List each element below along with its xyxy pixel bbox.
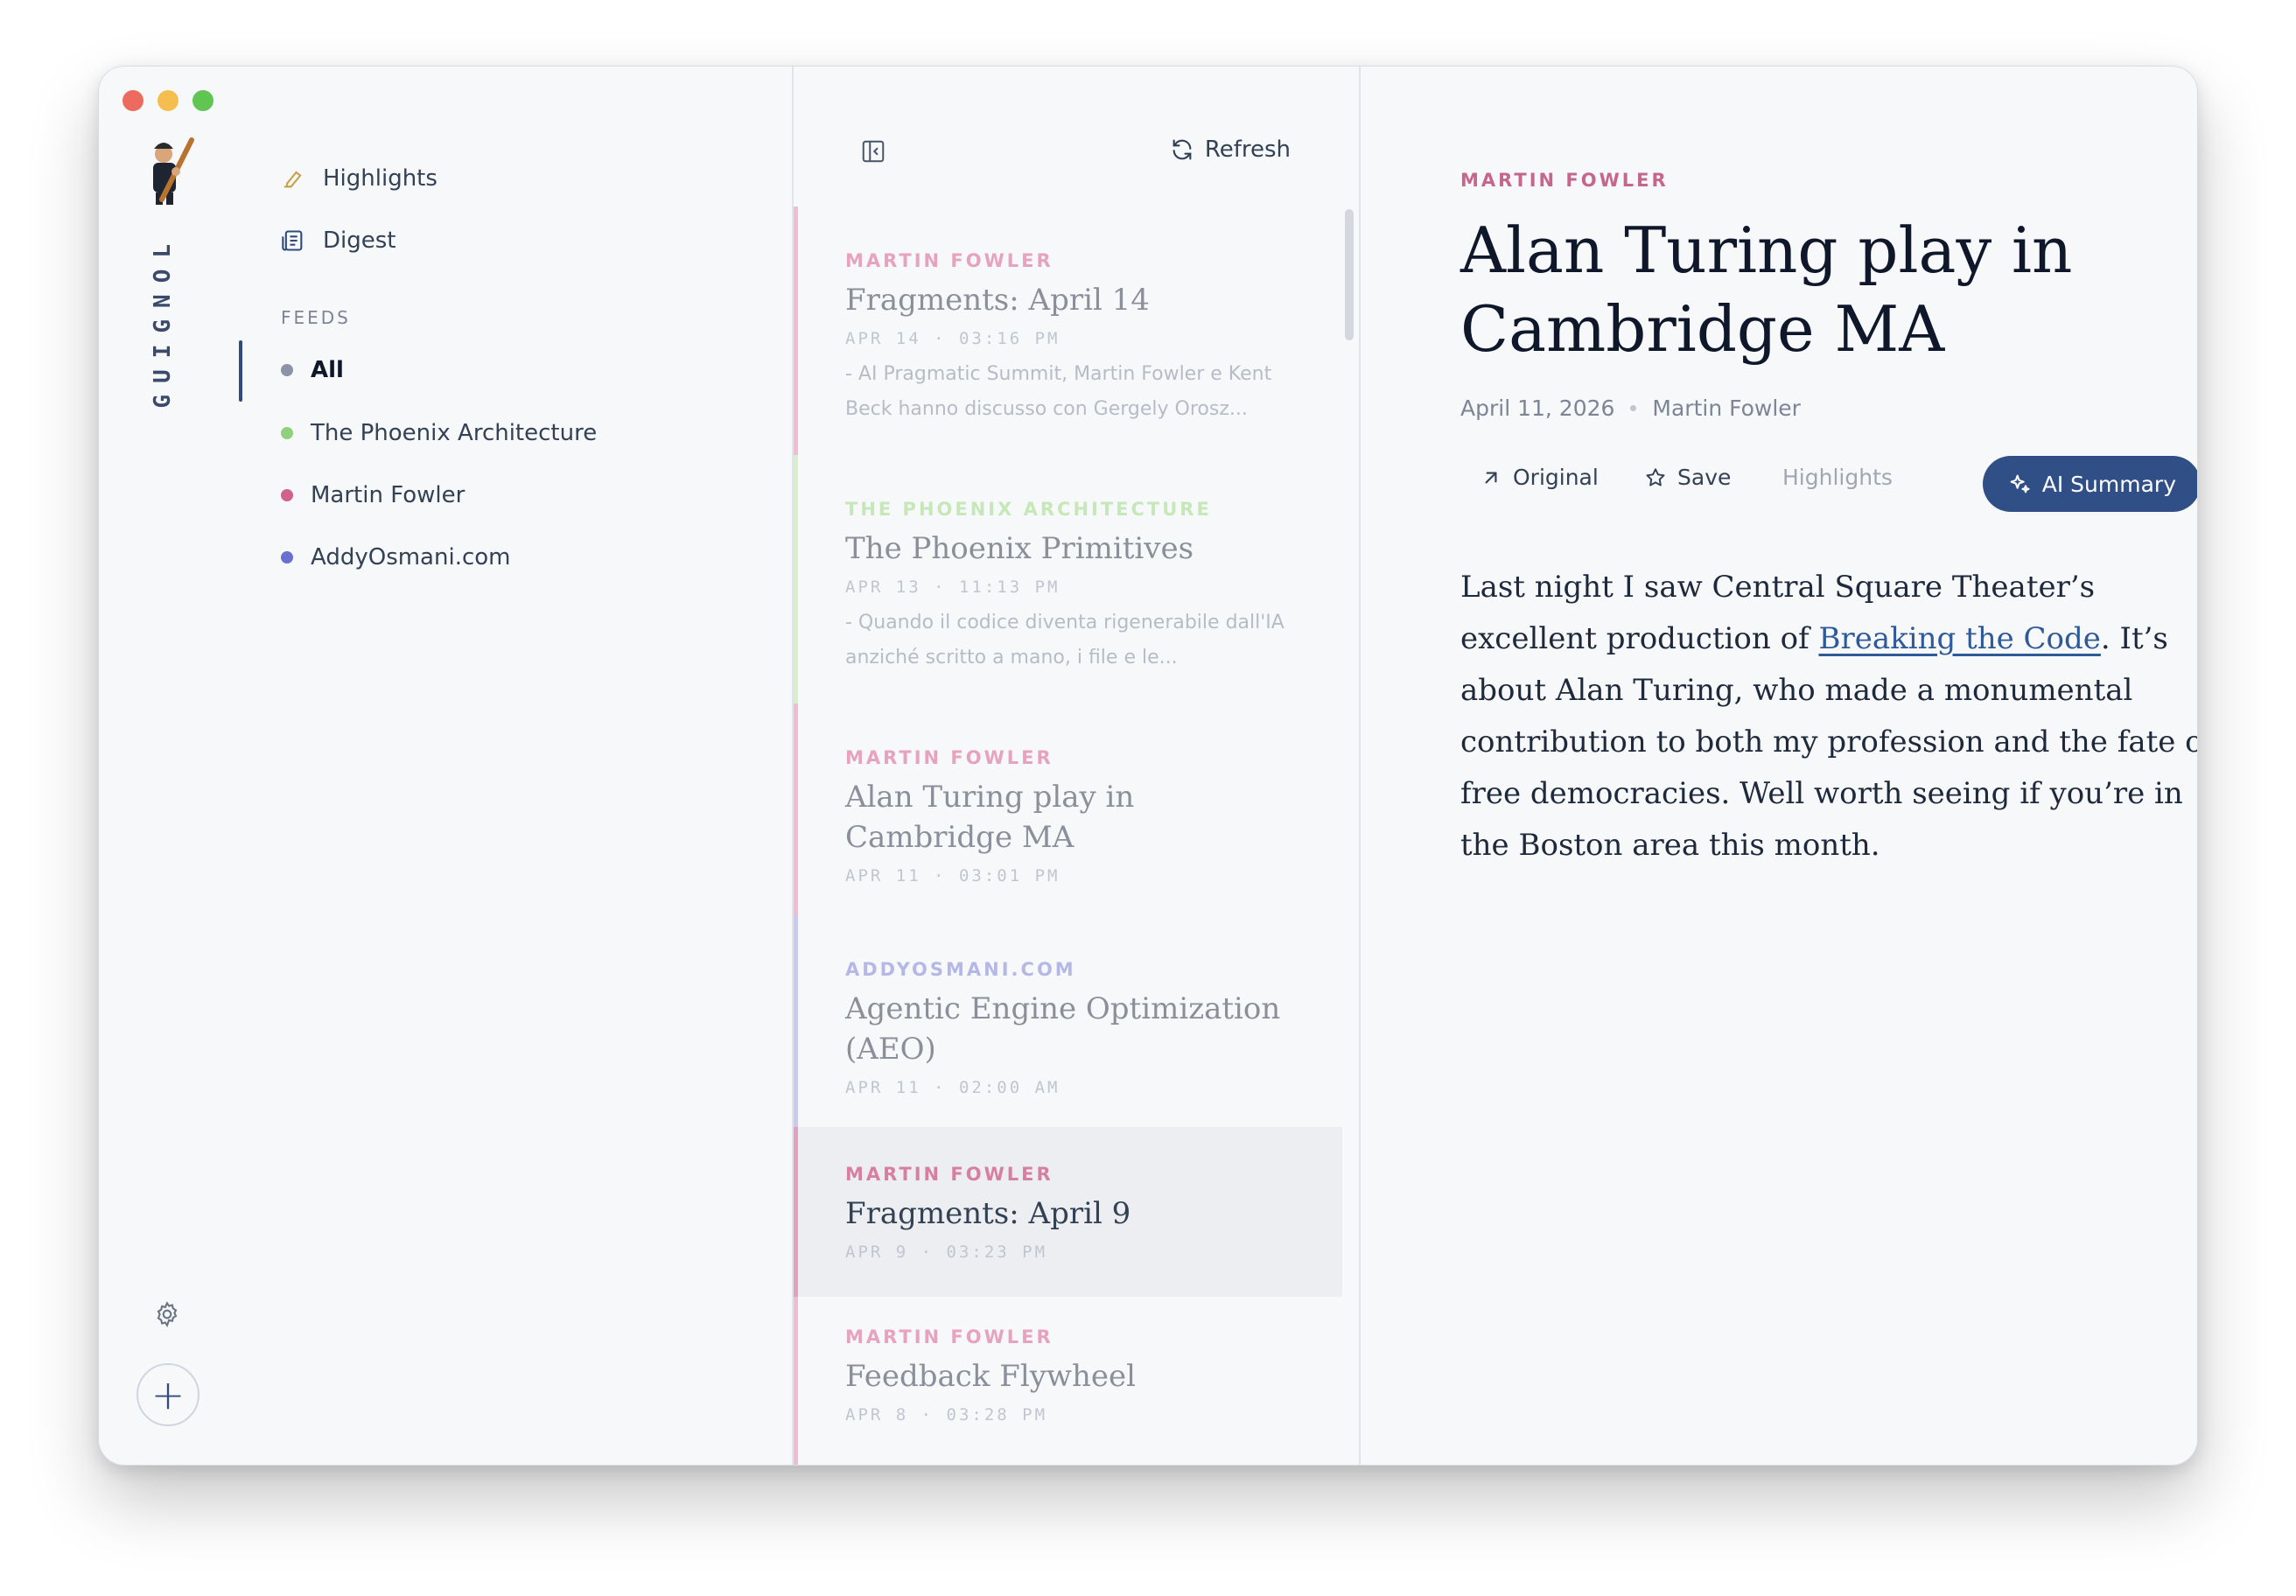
item-title: Feedback Flywheel	[845, 1359, 1137, 1394]
save-button[interactable]: Save	[1644, 465, 1731, 490]
original-label: Original	[1513, 465, 1599, 490]
feed-item-all[interactable]: All	[281, 357, 344, 383]
list-toolbar: Refresh	[794, 66, 1359, 206]
feed-item-label: All	[311, 357, 344, 383]
article-source: MARTIN FOWLER	[1460, 170, 1669, 191]
list-scrollbar[interactable]	[1345, 209, 1354, 340]
plus-icon: +	[150, 1371, 186, 1418]
refresh-label: Refresh	[1204, 136, 1291, 163]
feeds-sidebar: Highlights Digest FEEDS All The Phoenix …	[239, 66, 792, 1465]
item-excerpt: - AI Pragmatic Summit, Martin Fowler e K…	[845, 363, 1272, 420]
feed-item-label: Martin Fowler	[311, 482, 466, 508]
refresh-button[interactable]: Refresh	[1170, 136, 1291, 163]
list-item[interactable]: MARTIN FOWLER Fragments: April 14 APR 14…	[794, 206, 1342, 455]
item-source: MARTIN FOWLER	[845, 1164, 1054, 1185]
item-timestamp: APR 9 · 03:23 PM	[845, 1242, 1048, 1262]
feed-color-dot	[281, 364, 293, 376]
save-label: Save	[1677, 465, 1732, 490]
highlights-button[interactable]: Highlights	[1782, 465, 1893, 490]
nav-highlights[interactable]: Highlights	[281, 165, 438, 192]
item-timestamp: APR 11 · 02:00 AM	[845, 1078, 1060, 1097]
item-source: MARTIN FOWLER	[845, 1326, 1054, 1348]
nav-digest-label: Digest	[323, 228, 396, 254]
item-source: MARTIN FOWLER	[845, 250, 1054, 271]
add-feed-button[interactable]: +	[136, 1363, 200, 1426]
app-brand: GUIGNOL	[150, 233, 176, 409]
feed-color-dot	[281, 489, 293, 501]
feed-item-addyosmani[interactable]: AddyOsmani.com	[281, 544, 511, 570]
feed-item-phoenix-architecture[interactable]: The Phoenix Architecture	[281, 420, 597, 446]
ai-summary-button[interactable]: AI Summary	[1982, 456, 2197, 512]
article-actions: Original Save Highlights AI Summary	[1460, 456, 2197, 512]
article-reader: MARTIN FOWLER Alan Turing play in Cambri…	[1362, 66, 2197, 1465]
refresh-icon	[1172, 139, 1192, 160]
meta-separator	[1630, 405, 1637, 411]
article-date: April 11, 2026	[1460, 396, 1615, 421]
feed-item-label: AddyOsmani.com	[311, 544, 511, 570]
item-timestamp: APR 11 · 03:01 PM	[845, 866, 1060, 886]
item-source: THE PHOENIX ARCHITECTURE	[845, 499, 1212, 520]
active-feed-indicator	[239, 340, 242, 402]
open-original-button[interactable]: Original	[1480, 465, 1599, 490]
settings-gear-icon[interactable]	[153, 1300, 181, 1328]
list-item[interactable]: MARTIN FOWLER Alan Turing play in Cambri…	[794, 704, 1342, 915]
star-icon	[1646, 467, 1665, 486]
item-title: The Phoenix Primitives	[845, 531, 1194, 566]
highlights-label: Highlights	[1782, 465, 1893, 490]
feed-item-label: The Phoenix Architecture	[311, 420, 598, 446]
list-item[interactable]: THE PHOENIX ARCHITECTURE The Phoenix Pri…	[794, 455, 1342, 704]
list-item-selected[interactable]: MARTIN FOWLER Fragments: April 9 APR 9 ·…	[794, 1127, 1342, 1297]
ai-summary-label: AI Summary	[2041, 471, 2176, 497]
highlighter-icon	[284, 171, 302, 188]
list-item[interactable]: ADDYOSMANI.COM Agentic Engine Optimizati…	[794, 915, 1342, 1127]
item-title: Alan Turing play in Cambridge MA	[845, 780, 1135, 855]
item-title: Fragments: April 9	[845, 1196, 1131, 1231]
feed-color-dot	[281, 551, 293, 564]
list-item[interactable]: MARTIN FOWLER Feedback Flywheel APR 8 · …	[794, 1297, 1342, 1465]
app-rail: GUIGNOL +	[99, 66, 239, 1465]
nav-digest[interactable]: Digest	[281, 228, 396, 254]
puppet-logo-icon	[153, 137, 194, 205]
article-meta: April 11, 2026 Martin Fowler	[1460, 396, 1801, 421]
article-author: Martin Fowler	[1652, 396, 1801, 421]
item-timestamp: APR 14 · 03:16 PM	[845, 329, 1060, 348]
sparkles-icon	[2010, 474, 2030, 494]
item-timestamp: APR 8 · 03:28 PM	[845, 1405, 1048, 1424]
feeds-heading: FEEDS	[281, 307, 351, 328]
article-list: Refresh MARTIN FOWLER Fragments: April 1…	[792, 66, 1361, 1465]
item-source: MARTIN FOWLER	[845, 747, 1054, 768]
item-title: Agentic Engine Optimization (AEO)	[845, 991, 1281, 1067]
newspaper-icon	[282, 230, 303, 251]
item-excerpt: - Quando il codice diventa rigenerabile …	[845, 612, 1284, 668]
article-title: Alan Turing play in Cambridge MA	[1460, 214, 2073, 366]
feed-item-martin-fowler[interactable]: Martin Fowler	[281, 482, 465, 508]
item-source: ADDYOSMANI.COM	[845, 959, 1076, 980]
body-text: . It’s about Alan Turing, who made a mon…	[1460, 621, 2198, 863]
nav-highlights-label: Highlights	[323, 165, 438, 192]
collapse-sidebar-icon[interactable]	[860, 138, 886, 164]
arrow-up-right-icon	[1485, 472, 1497, 483]
item-timestamp: APR 13 · 11:13 PM	[845, 578, 1060, 597]
breaking-the-code-link[interactable]: Breaking the Code	[1818, 621, 2100, 656]
app-window: GUIGNOL + Highlights Digest FEEDS All Th…	[98, 66, 2198, 1466]
feed-color-dot	[281, 427, 293, 439]
item-title: Fragments: April 14	[845, 283, 1150, 318]
article-body: Last night I saw Central Square Theater’…	[1460, 562, 2198, 872]
